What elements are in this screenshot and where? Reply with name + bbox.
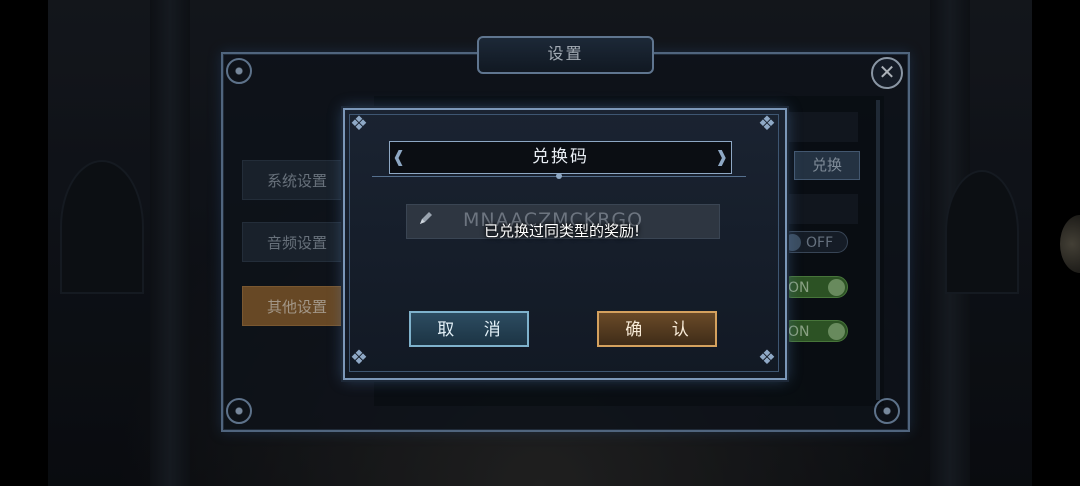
confirm-button[interactable]: 确 认 [597,311,717,347]
title-ornament: ❱ [715,147,729,166]
corner-ornament: ❖ [350,345,368,369]
corner-ornament: ❖ [350,111,368,135]
toast-message: 已兑换过同类型的奖励! [483,222,640,240]
cancel-button[interactable]: 取 消 [409,311,529,347]
corner-ornament: ❖ [758,345,776,369]
title-divider-dot [556,173,562,179]
dialog-title: 兑换码 [389,141,732,174]
corner-ornament: ❖ [758,111,776,135]
title-ornament: ❰ [392,147,406,166]
